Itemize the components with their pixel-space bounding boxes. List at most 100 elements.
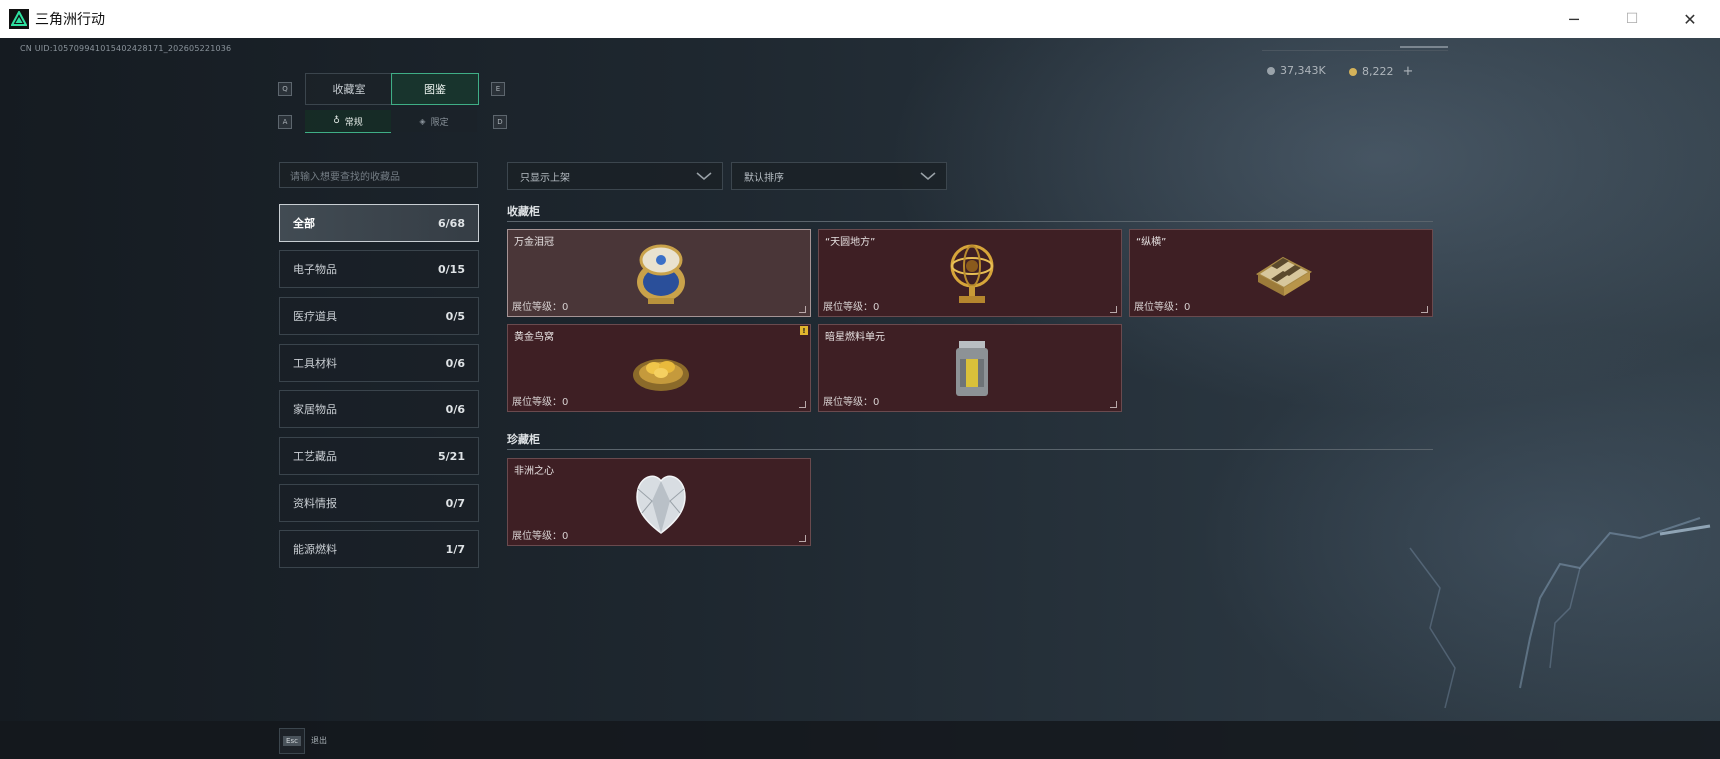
category-count: 0/5 bbox=[445, 309, 465, 323]
gold-coin-icon bbox=[1349, 67, 1357, 76]
silver-coin-icon bbox=[1267, 66, 1275, 75]
top-divider-accent bbox=[1400, 46, 1448, 48]
category-label: 全部 bbox=[293, 217, 315, 230]
category-count: 5/21 bbox=[438, 449, 465, 463]
window-titlebar: 三角洲行动 ─ ☐ ✕ bbox=[0, 0, 1720, 39]
display-level: 展位等级：0 bbox=[512, 397, 569, 408]
category-all[interactable]: 全部 6/68 bbox=[279, 204, 479, 242]
new-item-badge: ! bbox=[800, 326, 808, 335]
category-count: 0/7 bbox=[445, 496, 465, 510]
subtab-next-key-hint: D bbox=[493, 115, 507, 129]
sort-dropdown[interactable]: 默认排序 bbox=[731, 162, 947, 190]
flask-icon: ♁ bbox=[333, 116, 340, 126]
category-intel[interactable]: 资料情报 0/7 bbox=[279, 484, 479, 522]
section-title-cabinet: 收藏柜 bbox=[507, 205, 540, 218]
fuel-cell-canister-icon bbox=[956, 341, 988, 396]
category-label: 资料情报 bbox=[293, 497, 337, 510]
subtab-regular-label: 常规 bbox=[344, 117, 363, 128]
diamond-icon bbox=[636, 475, 686, 534]
silver-currency: 37,343K bbox=[1267, 64, 1326, 77]
card-corner bbox=[799, 401, 806, 408]
tab-collection-room[interactable]: 收藏室 bbox=[305, 73, 393, 105]
top-divider bbox=[1262, 50, 1448, 51]
collectible-name: 黄金鸟窝 bbox=[514, 332, 554, 343]
collectible-card[interactable]: “天圆地方” 展位等级：0 bbox=[818, 229, 1122, 317]
category-count: 6/68 bbox=[438, 216, 465, 230]
collectible-card[interactable]: “纵横” 展位等级：0 bbox=[1129, 229, 1433, 317]
app-logo-icon bbox=[9, 9, 29, 29]
game-viewport: CN UID:10570994101540242817​1_2026052210… bbox=[0, 38, 1720, 759]
category-electronics[interactable]: 电子物品 0/15 bbox=[279, 250, 479, 288]
exit-label: 退出 bbox=[311, 736, 327, 745]
collectible-name: “天圆地方” bbox=[825, 237, 876, 248]
tab-prev-key-hint: Q bbox=[278, 82, 292, 96]
golden-nest-icon bbox=[633, 359, 689, 391]
display-level: 展位等级：0 bbox=[512, 302, 569, 313]
silver-currency-value: 37,343K bbox=[1280, 64, 1326, 77]
category-count: 0/15 bbox=[438, 262, 465, 276]
add-currency-button[interactable]: + bbox=[1403, 64, 1414, 79]
card-corner bbox=[1110, 401, 1117, 408]
section-divider bbox=[507, 221, 1433, 222]
shelf-filter-value: 只显示上架 bbox=[520, 172, 570, 184]
collectible-card[interactable]: 万金泪冠 展位等级：0 bbox=[507, 229, 811, 317]
chevron-down-icon bbox=[696, 172, 712, 180]
section-title-treasure-cabinet: 珍藏柜 bbox=[507, 433, 540, 446]
esc-key-icon: Esc bbox=[283, 736, 301, 746]
category-count: 0/6 bbox=[445, 402, 465, 416]
card-corner bbox=[799, 306, 806, 313]
bottom-bar: Esc 退出 bbox=[0, 721, 1720, 759]
subtab-regular[interactable]: ♁ 常规 bbox=[305, 110, 391, 133]
category-count: 1/7 bbox=[445, 542, 465, 556]
category-tools[interactable]: 工具材料 0/6 bbox=[279, 344, 479, 382]
collectible-name: 暗星燃料单元 bbox=[825, 332, 885, 343]
section-divider bbox=[507, 449, 1433, 450]
collectible-card[interactable]: 黄金鸟窝 ! 展位等级：0 bbox=[507, 324, 811, 412]
gem-icon: ◈ bbox=[419, 116, 426, 126]
chessboard-box-icon bbox=[1256, 256, 1313, 296]
card-corner bbox=[1110, 306, 1117, 313]
subtab-limited[interactable]: ◈ 限定 bbox=[391, 110, 477, 132]
gold-currency-value: 8,222 bbox=[1362, 65, 1394, 78]
tab-encyclopedia[interactable]: 图鉴 bbox=[391, 73, 479, 105]
collection-search-input[interactable]: 请输入想要查找的收藏品 bbox=[279, 162, 478, 188]
chevron-down-icon bbox=[920, 172, 936, 180]
collectible-name: 万金泪冠 bbox=[514, 237, 554, 248]
category-crafts[interactable]: 工艺藏品 5/21 bbox=[279, 437, 479, 475]
subtab-limited-label: 限定 bbox=[430, 117, 449, 128]
player-uid: CN UID:10570994101540242817​1_2026052210… bbox=[20, 44, 232, 53]
gold-currency: 8,222 + bbox=[1349, 64, 1413, 79]
lightning-decoration bbox=[1409, 517, 1711, 709]
category-label: 家居物品 bbox=[293, 403, 337, 416]
shelf-filter-dropdown[interactable]: 只显示上架 bbox=[507, 162, 723, 190]
tab-next-key-hint: E bbox=[491, 82, 505, 96]
maximize-button[interactable]: ☐ bbox=[1603, 0, 1661, 38]
card-corner bbox=[1421, 306, 1428, 313]
category-label: 电子物品 bbox=[293, 263, 337, 276]
display-level: 展位等级：0 bbox=[823, 302, 880, 313]
collectible-name: 非洲之心 bbox=[514, 466, 554, 477]
subtab-prev-key-hint: A bbox=[278, 115, 292, 129]
display-level: 展位等级：0 bbox=[823, 397, 880, 408]
collectible-card[interactable]: 非洲之心 展位等级：0 bbox=[507, 458, 811, 546]
category-label: 工具材料 bbox=[293, 357, 337, 370]
display-level: 展位等级：0 bbox=[1134, 302, 1191, 313]
display-level: 展位等级：0 bbox=[512, 531, 569, 542]
minimize-button[interactable]: ─ bbox=[1545, 0, 1603, 38]
category-energy[interactable]: 能源燃料 1/7 bbox=[279, 530, 479, 568]
category-label: 医疗道具 bbox=[293, 310, 337, 323]
category-household[interactable]: 家居物品 0/6 bbox=[279, 390, 479, 428]
category-label: 工艺藏品 bbox=[293, 450, 337, 463]
category-label: 能源燃料 bbox=[293, 543, 337, 556]
collectible-name: “纵横” bbox=[1136, 237, 1167, 248]
golden-armillary-sphere-icon bbox=[950, 244, 994, 303]
sort-value: 默认排序 bbox=[744, 172, 784, 184]
collectible-card[interactable]: 暗星燃料单元 展位等级：0 bbox=[818, 324, 1122, 412]
exit-button[interactable]: Esc bbox=[279, 728, 305, 754]
card-corner bbox=[799, 535, 806, 542]
app-title: 三角洲行动 bbox=[35, 12, 105, 28]
close-button[interactable]: ✕ bbox=[1661, 0, 1719, 38]
jeweled-egg-icon bbox=[637, 244, 685, 304]
category-count: 0/6 bbox=[445, 356, 465, 370]
category-medical[interactable]: 医疗道具 0/5 bbox=[279, 297, 479, 335]
